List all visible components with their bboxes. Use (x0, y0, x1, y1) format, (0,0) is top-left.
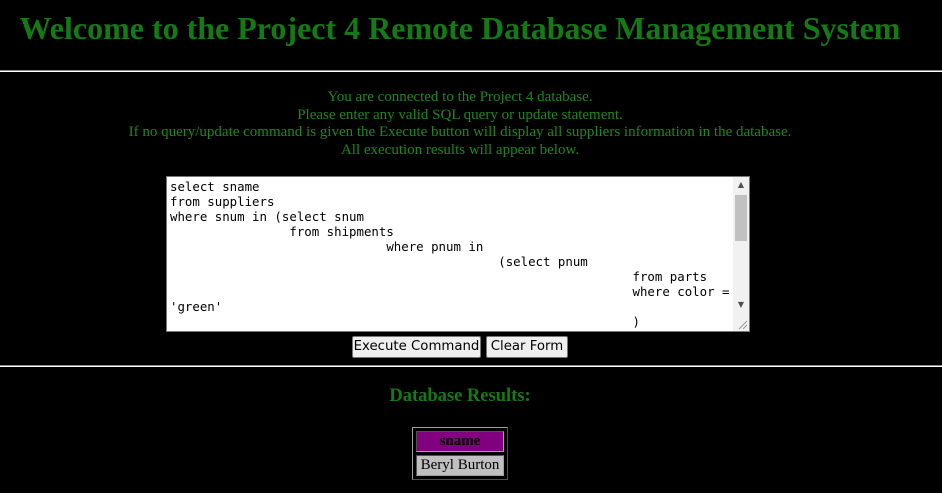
intro-line-default-behavior: If no query/update command is given the … (128, 124, 792, 140)
page-title: Welcome to the Project 4 Remote Database… (19, 10, 901, 46)
results-table: sname Beryl Burton (412, 427, 508, 480)
sql-query-textarea[interactable]: select sname from suppliers where snum i… (166, 176, 750, 332)
textarea-scrollbar[interactable]: ▲ ▼ (733, 177, 749, 331)
sql-query-text[interactable]: select sname from suppliers where snum i… (170, 179, 731, 329)
clear-form-button[interactable]: Clear Form (486, 336, 568, 358)
results-heading: Database Results: (389, 386, 531, 406)
intro-line-results-note: All execution results will appear below. (340, 141, 580, 158)
intro-line-instructions: Please enter any valid SQL query or upda… (297, 106, 623, 123)
scrollbar-thumb[interactable] (735, 195, 747, 241)
middle-divider (0, 365, 942, 367)
intro-line-connected: You are connected to the Project 4 datab… (327, 89, 593, 105)
scroll-down-arrow-icon[interactable]: ▼ (733, 297, 749, 313)
intro-text: You are connected to the Project 4 datab… (0, 89, 920, 159)
top-divider (0, 70, 942, 72)
column-header-sname: sname (416, 431, 504, 452)
execute-command-button[interactable]: Execute Command (352, 336, 481, 358)
resize-grip-icon[interactable] (733, 315, 749, 331)
table-cell: Beryl Burton (416, 455, 504, 476)
scroll-up-arrow-icon[interactable]: ▲ (733, 177, 749, 193)
